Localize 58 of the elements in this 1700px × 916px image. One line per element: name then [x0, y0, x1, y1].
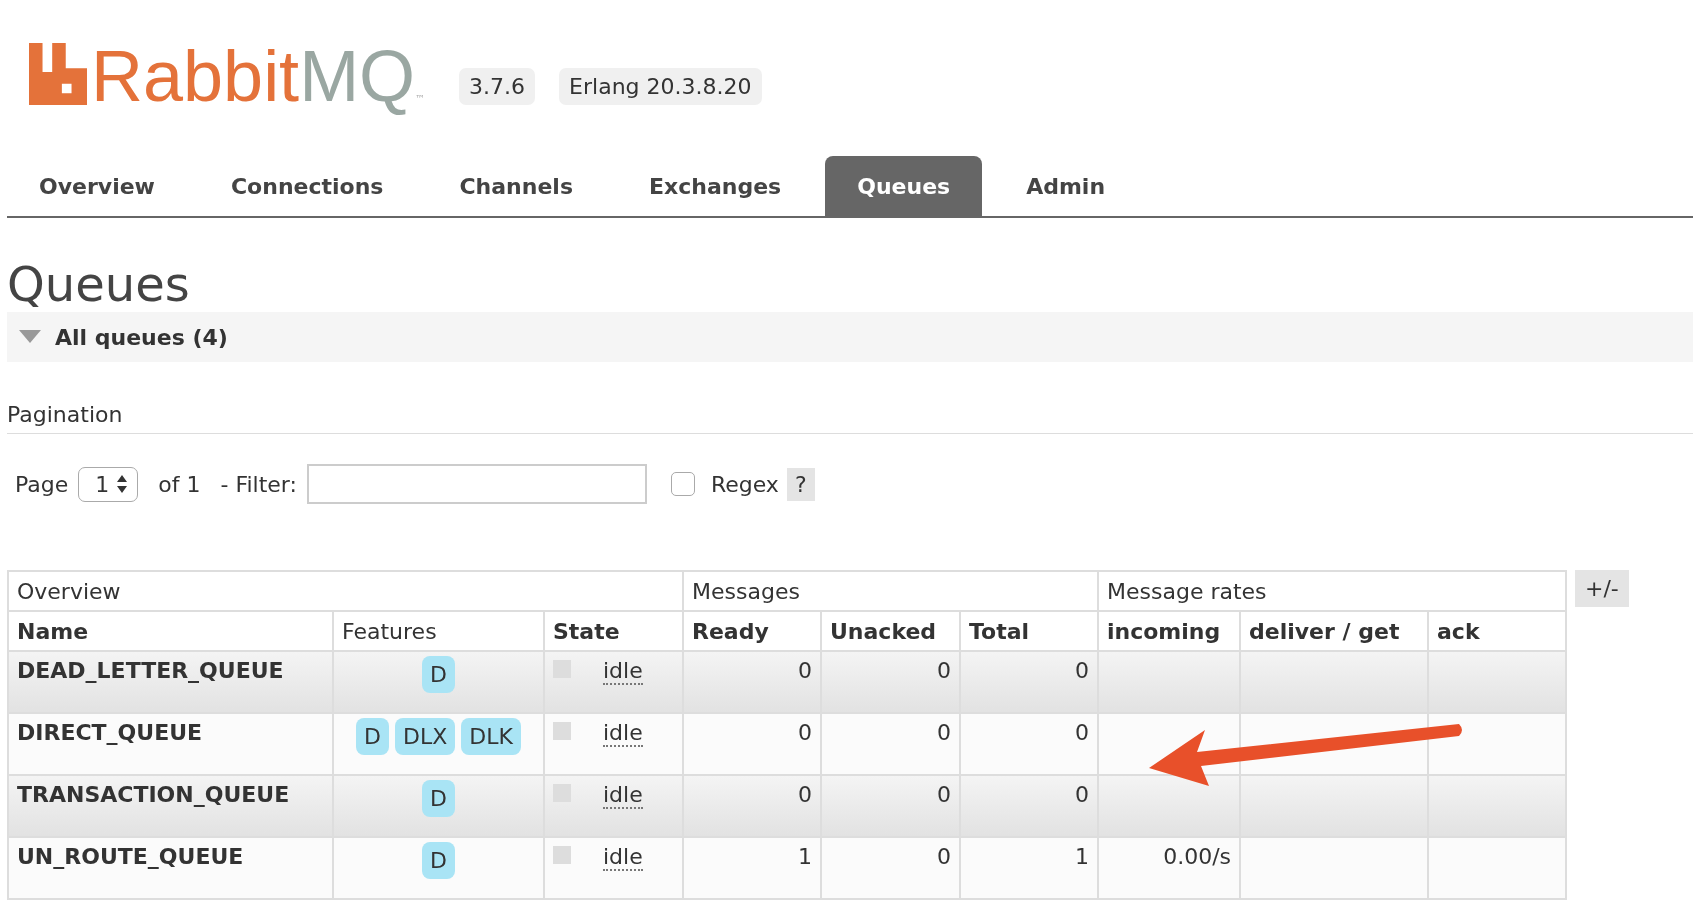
- feature-badge: D: [422, 780, 455, 817]
- table-cell: 0: [683, 713, 821, 775]
- table-cell: 0: [821, 775, 960, 837]
- nav-tab[interactable]: Connections: [198, 156, 416, 216]
- table-cell: 0: [821, 651, 960, 713]
- feature-badge: D: [356, 718, 389, 755]
- section-title: All queues (4): [55, 324, 228, 350]
- state-label: idle: [603, 720, 643, 747]
- section-header[interactable]: All queues (4): [7, 312, 1693, 362]
- page-count: of 1: [158, 471, 201, 497]
- version-badge: Erlang 20.3.8.20: [559, 67, 762, 105]
- trademark-sign: ™: [415, 93, 426, 104]
- table-cell: 0: [683, 651, 821, 713]
- nav-tab[interactable]: Queues: [825, 156, 983, 216]
- table-cell: 1: [960, 837, 1098, 899]
- state-label: idle: [603, 782, 643, 809]
- queue-name-link[interactable]: UN_ROUTE_QUEUE: [8, 837, 333, 899]
- table-cell: 0: [960, 775, 1098, 837]
- group-header: Messages: [683, 571, 1098, 611]
- page-heading: Queues: [7, 256, 191, 312]
- nav-tab[interactable]: Overview: [7, 156, 187, 216]
- table-cell: 1: [683, 837, 821, 899]
- nav-tab[interactable]: Admin: [994, 156, 1138, 216]
- state-label: idle: [603, 844, 643, 871]
- page-select[interactable]: 1: [78, 466, 139, 502]
- table-cell: 0.00/s: [1098, 837, 1240, 899]
- queue-name-link[interactable]: DIRECT_QUEUE: [8, 713, 333, 775]
- triangle-icon: [19, 330, 41, 344]
- feature-badge: D: [422, 842, 455, 879]
- rabbit-logo-icon: [29, 42, 87, 106]
- group-header: Message rates: [1098, 571, 1566, 611]
- feature-badge: DLX: [395, 718, 456, 755]
- table-cell: 0: [821, 837, 960, 899]
- spinner-arrows-icon: [117, 475, 128, 493]
- help-button[interactable]: ?: [786, 467, 815, 501]
- pagination-title: Pagination: [7, 402, 1693, 434]
- regex-checkbox[interactable]: [670, 472, 695, 496]
- feature-badge: D: [422, 656, 455, 693]
- logo-wordmark: Rabbit: [91, 40, 300, 112]
- filter-input[interactable]: [306, 464, 647, 504]
- columns-toggle-button[interactable]: +/-: [1575, 570, 1629, 607]
- status-square-icon: [553, 846, 571, 864]
- queue-name-link[interactable]: DEAD_LETTER_QUEUE: [8, 651, 333, 713]
- state-label: idle: [603, 658, 643, 685]
- queue-name-link[interactable]: TRANSACTION_QUEUE: [8, 775, 333, 837]
- page-label: Page: [15, 471, 69, 497]
- table-cell: 0: [683, 775, 821, 837]
- status-square-icon: [553, 722, 571, 740]
- regex-label: Regex: [710, 471, 779, 497]
- version-badge: 3.7.6: [459, 67, 536, 105]
- table-cell: 0: [821, 713, 960, 775]
- table-cell: 0: [960, 651, 1098, 713]
- nav-tab[interactable]: Channels: [427, 156, 605, 216]
- feature-badge: DLK: [461, 718, 521, 755]
- filter-label: - Filter:: [220, 471, 297, 497]
- nav-tab[interactable]: Exchanges: [617, 156, 814, 216]
- table-cell: 0: [960, 713, 1098, 775]
- group-header: Overview: [8, 571, 683, 611]
